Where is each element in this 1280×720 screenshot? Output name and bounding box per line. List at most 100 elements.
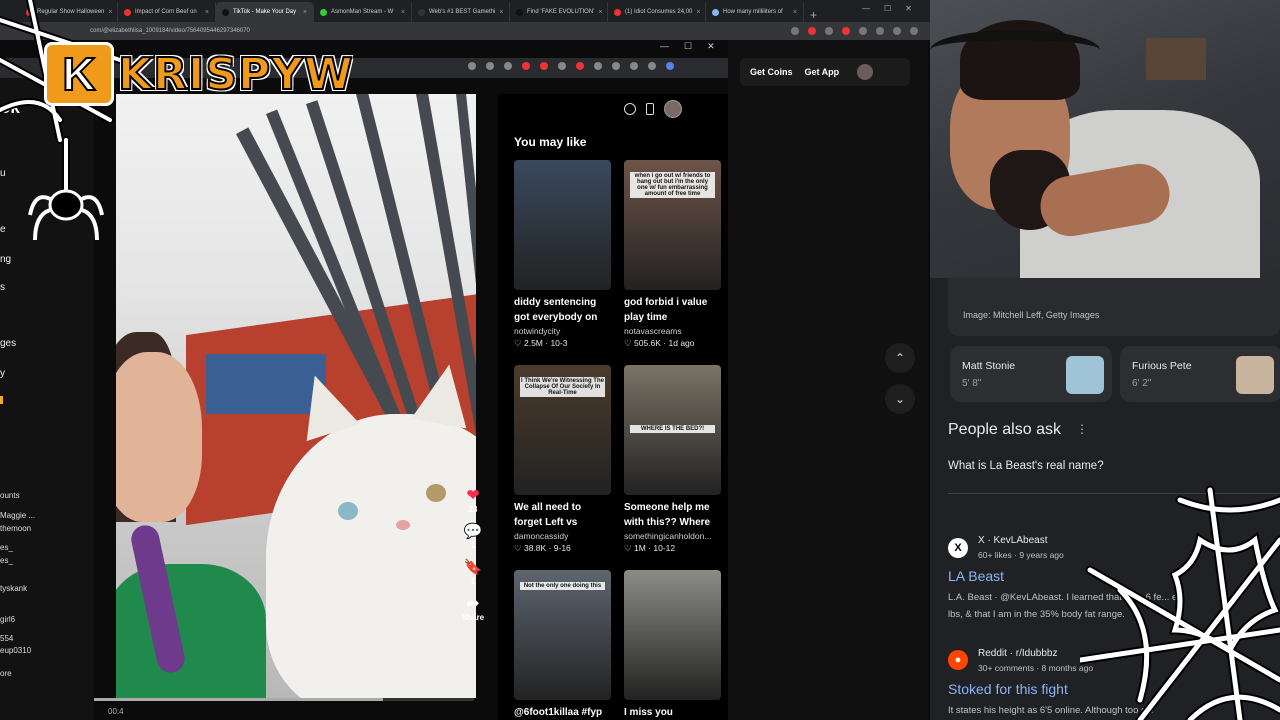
close-icon[interactable]: ✕ (707, 41, 715, 52)
paa-question[interactable]: What is La Beast's real name? (948, 460, 1104, 472)
account-item[interactable]: girl6 (0, 615, 15, 624)
next-video-button[interactable]: ⌄ (885, 384, 915, 414)
extension-icon[interactable] (576, 62, 584, 70)
tab-close-icon[interactable]: × (598, 9, 602, 16)
tab-close-icon[interactable]: × (401, 9, 405, 16)
extension-icon[interactable] (859, 27, 867, 35)
person-card[interactable]: Matt Stonie 5' 8" (950, 346, 1112, 402)
more-options-icon[interactable]: ⋮ (1076, 422, 1088, 436)
tab-close-icon[interactable]: × (108, 9, 112, 16)
sidebar-item[interactable]: ng (0, 254, 11, 265)
address-bar[interactable]: com/@elizabethlisa_1009184/video/7564095… (0, 22, 930, 40)
result-link[interactable]: Stoked for this fight (948, 681, 1068, 697)
browser-tab[interactable]: Web's #1 BEST Gamethi × (412, 2, 510, 22)
card-username[interactable]: notavascreams (624, 326, 721, 336)
card-title[interactable]: god forbid i value play time (624, 295, 721, 325)
tab-close-icon[interactable]: × (793, 9, 797, 16)
tab-close-icon[interactable]: × (696, 9, 700, 16)
extension-icon[interactable] (893, 27, 901, 35)
card-title[interactable]: Someone help me with this?? Where i... (624, 500, 721, 530)
account-item[interactable]: es_ (0, 556, 13, 565)
sidebar-item[interactable]: e (0, 224, 6, 235)
browser-tab[interactable]: Regular Show Halloween × (20, 2, 118, 22)
browser-tab[interactable]: (1) Idiot Consumes 24,00 × (608, 2, 706, 22)
maximize-icon[interactable]: ☐ (684, 41, 692, 52)
get-coins-button[interactable]: Get Coins (750, 67, 793, 77)
card-username[interactable]: somethingicanholdon... (624, 531, 721, 541)
extension-icon[interactable] (504, 62, 512, 70)
video-thumbnail[interactable]: I Think We're Witnessing The Collapse Of… (514, 365, 611, 495)
extension-icon[interactable] (540, 62, 548, 70)
card-title[interactable]: I miss you @argenby (624, 705, 721, 720)
see-more-link[interactable]: ore (0, 669, 12, 678)
video-thumbnail[interactable] (624, 570, 721, 700)
profile-icon[interactable] (910, 27, 918, 35)
suggestion-card[interactable]: diddy sentencing got everybody on edge..… (514, 160, 611, 349)
avatar[interactable] (857, 64, 874, 80)
extension-icon[interactable] (630, 62, 638, 70)
card-title[interactable]: @6foot1killaa #fyp (514, 705, 611, 720)
comment-icon[interactable]: 💬 (464, 524, 483, 540)
extension-icon[interactable] (558, 62, 566, 70)
suggestion-card[interactable]: Not the only one doing this @6foot1killaa… (514, 570, 611, 720)
card-username[interactable]: notwindycity (514, 326, 611, 336)
share-icon[interactable]: ➦ (465, 596, 481, 612)
card-username[interactable]: damoncassidy (514, 531, 611, 541)
maximize-icon[interactable]: ☐ (884, 4, 891, 13)
extension-icon[interactable] (648, 62, 656, 70)
result-link[interactable]: LA Beast (948, 568, 1004, 584)
suggestion-card[interactable]: I Think We're Witnessing The Collapse Of… (514, 365, 611, 554)
suggestion-card[interactable]: I miss you @argenby (624, 570, 721, 720)
extension-icon[interactable] (468, 62, 476, 70)
video-progress-bar[interactable] (94, 698, 474, 701)
account-item[interactable]: Maggie ... (0, 511, 35, 520)
video-thumbnail[interactable]: when i go out w/ friends to hang out but… (624, 160, 721, 290)
tab-close-icon[interactable]: × (303, 9, 307, 16)
account-item[interactable]: tyskank (0, 584, 27, 593)
person-card[interactable]: Furious Pete 6' 2" (1120, 346, 1280, 402)
suggestion-card[interactable]: when i go out w/ friends to hang out but… (624, 160, 721, 349)
extension-icon[interactable] (825, 27, 833, 35)
account-item[interactable]: eup0310 (0, 646, 31, 655)
avatar[interactable] (664, 100, 682, 118)
sidebar-item[interactable]: ges (0, 338, 16, 349)
video-thumbnail[interactable]: Not the only one doing this (514, 570, 611, 700)
bookmark-icon[interactable]: 🔖 (464, 560, 483, 576)
get-app-button[interactable]: Get App (805, 67, 840, 77)
new-tab-button[interactable]: + (804, 8, 823, 22)
browser-tab[interactable]: Impact of Corn Beef on × (118, 2, 216, 22)
minimize-icon[interactable]: — (862, 4, 870, 13)
account-item[interactable]: themoon (0, 524, 31, 533)
like-heart-icon[interactable]: ❤ (465, 488, 481, 504)
tab-close-icon[interactable]: × (205, 9, 209, 16)
extension-icon[interactable] (791, 27, 799, 35)
phone-icon[interactable] (646, 103, 654, 115)
close-icon[interactable]: ✕ (905, 4, 912, 13)
sidebar-item[interactable]: y (0, 368, 5, 379)
card-title[interactable]: diddy sentencing got everybody on edge..… (514, 295, 611, 325)
previous-video-button[interactable]: ⌃ (885, 343, 915, 373)
browser-tab[interactable]: How many milliliters of × (706, 2, 804, 22)
extension-icon[interactable] (876, 27, 884, 35)
video-thumbnail[interactable]: WHERE IS THE BED?! (624, 365, 721, 495)
card-title[interactable]: We all need to forget Left vs Right... T… (514, 500, 611, 530)
browser-tab[interactable]: AsmonMan Stream - W × (314, 2, 412, 22)
suggestion-card[interactable]: WHERE IS THE BED?! Someone help me with t… (624, 365, 721, 554)
sidebar-item[interactable]: u (0, 168, 6, 179)
video-thumbnail[interactable] (514, 160, 611, 290)
tab-close-icon[interactable]: × (499, 9, 503, 16)
extension-icon[interactable] (612, 62, 620, 70)
account-item[interactable]: es_ (0, 543, 13, 552)
extension-icon[interactable] (486, 62, 494, 70)
sidebar-item[interactable]: s (0, 282, 5, 293)
extension-icon[interactable] (842, 27, 850, 35)
account-item[interactable]: 554 (0, 634, 13, 643)
extension-icon[interactable] (594, 62, 602, 70)
extension-icon[interactable] (522, 62, 530, 70)
extension-icon[interactable] (666, 62, 674, 70)
compass-icon[interactable] (624, 103, 636, 115)
browser-tab[interactable]: TikTok - Make Your Day × (216, 2, 314, 22)
video-player[interactable] (116, 94, 476, 698)
minimize-icon[interactable]: — (660, 41, 669, 52)
browser-tab[interactable]: Find 'FAKE EVOLUTION' × (510, 2, 608, 22)
